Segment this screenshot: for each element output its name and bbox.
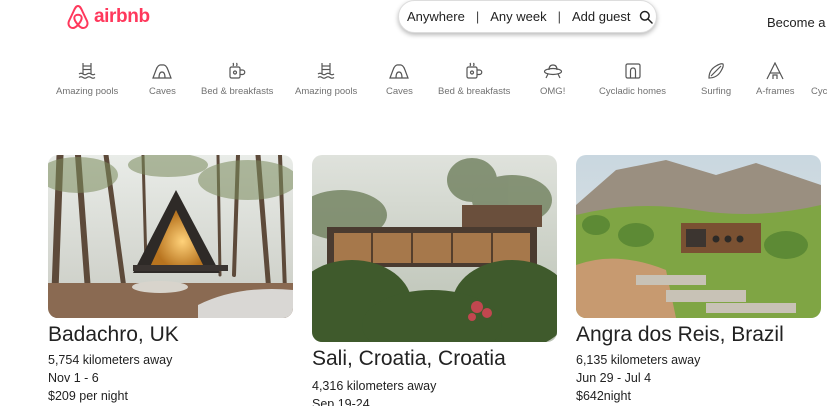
category-surfing[interactable]: Surfing: [701, 62, 731, 97]
surfboard-icon: [708, 63, 724, 79]
category-label: Surfing: [701, 86, 732, 97]
listing-dates: Jun 29 - Jul 4: [576, 371, 652, 385]
partial-category-icon: [811, 62, 827, 80]
hillside-cabin-photo[interactable]: [576, 155, 821, 318]
category-bed-and-breakfasts[interactable]: Bed & breakfasts: [201, 62, 273, 97]
coffee-mug-icon: [229, 62, 246, 79]
search-when-button[interactable]: Any week: [490, 9, 546, 24]
category-caves[interactable]: Caves: [386, 62, 413, 97]
search-icon[interactable]: [639, 10, 653, 24]
pool-icon: [78, 63, 96, 79]
search-divider: |: [475, 9, 480, 24]
airbnb-logo[interactable]: airbnb: [66, 4, 150, 30]
airbnb-logo-icon: [67, 4, 89, 30]
a-frame-cabin-forest-photo[interactable]: [48, 155, 293, 318]
listing-dates: Sep 19-24: [312, 397, 370, 406]
category-amazing-pools[interactable]: Amazing pools: [295, 62, 357, 97]
pool-icon: [317, 63, 335, 79]
search-who-button[interactable]: Add guest: [572, 9, 631, 24]
become-a-host-link[interactable]: Become a h: [767, 15, 827, 30]
listing-distance: 6,135 kilometers away: [576, 353, 701, 367]
listing-distance: 4,316 kilometers away: [312, 379, 437, 393]
cycladic-home-icon: [624, 63, 641, 79]
search-bar[interactable]: Anywhere | Any week | Add guest: [398, 0, 657, 33]
listing-card[interactable]: Angra dos Reis, Brazil 6,135 kilometers …: [576, 155, 821, 403]
listing-price: $209 per night: [48, 389, 128, 403]
listing-title[interactable]: Badachro, UK: [48, 323, 293, 347]
listing-title[interactable]: Sali, Croatia, Croatia: [312, 347, 557, 371]
cave-icon: [389, 64, 410, 79]
search-where-button[interactable]: Anywhere: [407, 9, 465, 24]
listing-title[interactable]: Angra dos Reis, Brazil: [576, 323, 821, 347]
category-omg[interactable]: OMG!: [540, 62, 565, 97]
category-label: Amazing pools: [295, 86, 358, 97]
brand-name: airbnb: [94, 6, 150, 27]
a-frame-icon: [766, 62, 784, 80]
category-bed-and-breakfasts[interactable]: Bed & breakfasts: [438, 62, 510, 97]
category-label: Caves: [386, 86, 413, 97]
listing-dates: Nov 1 - 6: [48, 371, 99, 385]
listing-card[interactable]: Sali, Croatia, Croatia 4,316 kilometers …: [312, 155, 557, 406]
category-label: Cyc: [811, 86, 827, 97]
listing-distance: 5,754 kilometers away: [48, 353, 173, 367]
glass-house-jungle-photo[interactable]: [312, 155, 557, 342]
category-a-frames[interactable]: A-frames: [756, 62, 795, 97]
coffee-mug-icon: [466, 62, 483, 79]
cave-icon: [152, 64, 173, 79]
category-label: Bed & breakfasts: [438, 86, 511, 97]
category-label: Bed & breakfasts: [201, 86, 274, 97]
listing-price: $642night: [576, 389, 631, 403]
category-caves[interactable]: Caves: [149, 62, 176, 97]
search-divider: |: [557, 9, 561, 24]
ufo-icon: [543, 64, 562, 79]
category-label: OMG!: [540, 86, 566, 97]
category-label: Cycladic homes: [599, 86, 667, 97]
category-label: Amazing pools: [56, 86, 119, 97]
category-amazing-pools[interactable]: Amazing pools: [56, 62, 118, 97]
category-cycladic-homes[interactable]: Cycladic homes: [599, 62, 666, 97]
category-label: A-frames: [756, 86, 795, 97]
category-partial[interactable]: Cyc: [811, 62, 827, 97]
category-label: Caves: [149, 86, 176, 97]
listing-card[interactable]: Badachro, UK 5,754 kilometers away Nov 1…: [48, 155, 293, 403]
